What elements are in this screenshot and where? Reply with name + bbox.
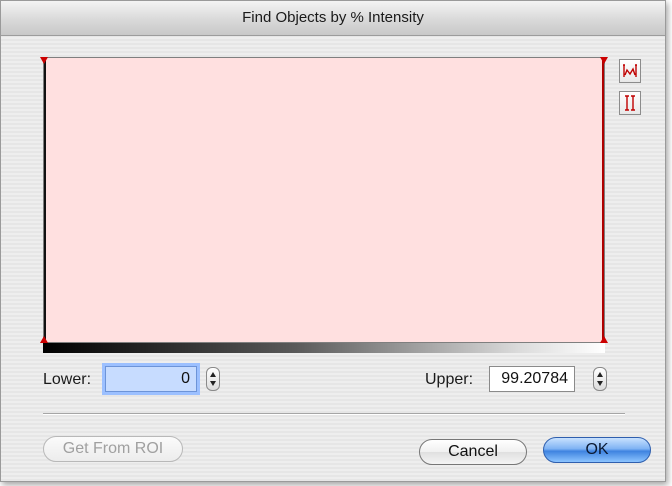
lower-stepper[interactable]	[206, 367, 220, 391]
threshold-bracket-button[interactable]	[619, 91, 641, 115]
intensity-gradient-bar	[43, 343, 605, 353]
get-from-roi-button[interactable]: Get From ROI	[43, 436, 183, 462]
upper-threshold-line[interactable]	[602, 58, 604, 342]
dialog-window: Find Objects by % Intensity Lower: 0 Upp…	[0, 0, 666, 482]
lower-top-marker[interactable]	[40, 57, 48, 64]
lower-value-field[interactable]: 0	[105, 366, 197, 392]
title-bar[interactable]: Find Objects by % Intensity	[1, 1, 665, 36]
upper-stepper[interactable]	[593, 367, 607, 391]
stepper-up-arrow-icon[interactable]	[210, 372, 216, 377]
fit-histogram-icon	[623, 64, 637, 77]
upper-top-marker[interactable]	[600, 57, 608, 64]
upper-label: Upper:	[425, 371, 474, 388]
stepper-down-arrow-icon[interactable]	[597, 381, 603, 386]
lower-bottom-marker[interactable]	[40, 336, 48, 343]
threshold-bracket-icon	[625, 95, 635, 111]
lower-threshold-line[interactable]	[44, 58, 46, 342]
histogram-plot[interactable]	[40, 57, 608, 343]
lower-label: Lower:	[43, 371, 92, 388]
cancel-button[interactable]: Cancel	[419, 439, 527, 465]
fit-histogram-button[interactable]	[619, 59, 641, 83]
window-title: Find Objects by % Intensity	[242, 9, 424, 26]
stepper-down-arrow-icon[interactable]	[210, 381, 216, 386]
separator-line	[43, 413, 625, 415]
upper-value-field[interactable]: 99.20784	[489, 366, 575, 392]
upper-bottom-marker[interactable]	[600, 336, 608, 343]
stepper-up-arrow-icon[interactable]	[597, 372, 603, 377]
ok-button[interactable]: OK	[543, 437, 651, 463]
